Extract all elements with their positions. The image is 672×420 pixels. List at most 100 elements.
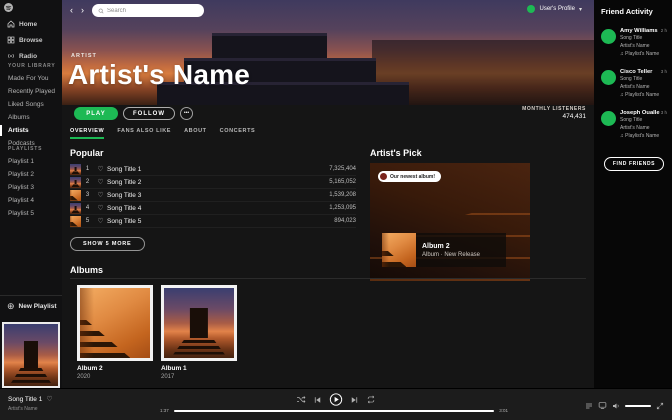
song-3-playcount: 1,539,208	[329, 192, 356, 198]
popular-section: Popular 1 ♡ Song Title 1 7,325,404 2 ♡ S…	[70, 148, 356, 251]
song-1-index: 1	[85, 166, 90, 172]
show-more-button[interactable]: SHOW 5 MORE	[70, 237, 145, 251]
album-card-album-2[interactable]: Album 2 2020	[77, 285, 153, 380]
song-4-heart-icon[interactable]: ♡	[94, 204, 107, 212]
new-playlist-button[interactable]: ⊕ New Playlist	[0, 295, 62, 316]
shuffle-button[interactable]	[297, 395, 306, 404]
repeat-button[interactable]	[367, 395, 376, 404]
friend-playlist: ♫ Playlist's Name	[620, 133, 667, 139]
sidebar-item-playlist-5[interactable]: Playlist 5	[0, 207, 62, 220]
search-input[interactable]	[107, 7, 187, 14]
play-pause-button[interactable]	[329, 393, 343, 406]
sidebar-item-playlist-1[interactable]: Playlist 1	[0, 155, 62, 168]
album-2-title: Album 2	[77, 365, 103, 372]
now-playing-artwork[interactable]	[2, 322, 60, 388]
popular-heading: Popular	[70, 148, 104, 158]
friend-row-amy-williams[interactable]: Amy Williams 2 h Song Title Artist's Nam…	[601, 28, 667, 57]
monthly-listeners-label: MONTHLY LISTENERS	[522, 106, 586, 112]
new-playlist-label: New Playlist	[18, 303, 57, 310]
song-2-heart-icon[interactable]: ♡	[94, 178, 107, 186]
left-sidebar: Home Browse Radio YOUR LIBRARY Made For …	[0, 0, 62, 388]
song-row-3[interactable]: 3 ♡ Song Title 3 1,539,208	[70, 189, 356, 202]
song-row-4[interactable]: 4 ♡ Song Title 4 1,253,095	[70, 202, 356, 215]
friend-song: Song Title	[620, 76, 643, 82]
back-button[interactable]: ‹	[70, 4, 73, 17]
album-2-thumbnail	[382, 233, 416, 267]
album-card-album-1[interactable]: Album 1 2017	[161, 285, 237, 380]
tab-about[interactable]: ABOUT	[184, 128, 207, 139]
volume-slider[interactable]	[625, 404, 651, 407]
song-5-heart-icon[interactable]: ♡	[94, 217, 107, 225]
friend-row-cisco-teller[interactable]: Cisco Teller 3 h Song Title Artist's Nam…	[601, 69, 667, 98]
sidebar-item-playlist-3[interactable]: Playlist 3	[0, 181, 62, 194]
sidebar-item-artists[interactable]: Artists	[0, 124, 62, 137]
forward-button[interactable]: ›	[81, 4, 84, 17]
song-5-title: Song Title 5	[107, 217, 142, 225]
now-playing-heart-icon[interactable]: ♡	[46, 395, 52, 403]
album-1-art	[4, 324, 58, 386]
friend-time: 2 h	[660, 28, 667, 33]
playlists-section: PLAYLISTS Playlist 1 Playlist 2 Playlist…	[0, 143, 62, 220]
friend-avatar	[601, 111, 616, 126]
tab-fans-also-like[interactable]: FANS ALSO LIKE	[117, 128, 171, 139]
secondary-controls	[585, 401, 664, 410]
music-note-icon: ♫	[620, 51, 624, 57]
sidebar-item-playlist-2[interactable]: Playlist 2	[0, 168, 62, 181]
sidebar-item-albums[interactable]: Albums	[0, 111, 62, 124]
music-note-icon: ♫	[620, 133, 624, 139]
user-profile-menu[interactable]: User's Profile ▾	[527, 5, 582, 13]
song-row-1[interactable]: 1 ♡ Song Title 1 7,325,404	[70, 163, 356, 176]
fullscreen-icon[interactable]	[656, 402, 664, 410]
song-3-title: Song Title 3	[107, 191, 142, 199]
now-playing-artist: Artist's Name	[8, 406, 38, 412]
album-1-year: 2017	[161, 374, 175, 380]
tab-overview[interactable]: OVERVIEW	[70, 128, 105, 139]
radio-icon	[7, 52, 15, 60]
song-1-heart-icon[interactable]: ♡	[94, 165, 107, 173]
sidebar-item-recently-played[interactable]: Recently Played	[0, 85, 62, 98]
song-2-playcount: 5,165,052	[329, 179, 356, 185]
duration-time: 3:01	[499, 408, 508, 413]
song-5-thumbnail	[70, 215, 81, 227]
devices-icon[interactable]	[598, 401, 607, 410]
follow-button[interactable]: FOLLOW	[123, 107, 175, 120]
sidebar-item-playlist-4[interactable]: Playlist 4	[0, 194, 62, 207]
popular-song-list: 1 ♡ Song Title 1 7,325,404 2 ♡ Song Titl…	[70, 163, 356, 228]
artists-pick-album-strip[interactable]: Album 2 Album · New Release	[382, 233, 506, 267]
topbar: ‹ › User's Profile ▾	[62, 4, 594, 18]
albums-section: Albums Album 2 2020 Album 1 2017	[70, 265, 586, 380]
song-3-heart-icon[interactable]: ♡	[94, 191, 107, 199]
friend-song: Song Title	[620, 117, 643, 123]
song-1-thumbnail	[70, 163, 81, 175]
user-profile-label: User's Profile	[539, 6, 575, 12]
album-1-title: Album 1	[161, 365, 187, 372]
previous-track-button[interactable]	[314, 396, 322, 404]
song-3-index: 3	[85, 192, 90, 198]
playlists-header: PLAYLISTS	[8, 146, 43, 152]
song-row-2[interactable]: 2 ♡ Song Title 2 5,165,052	[70, 176, 356, 189]
playback-controls	[297, 393, 376, 406]
friend-playlist: ♫ Playlist's Name	[620, 51, 667, 57]
friend-info: Amy Williams 2 h Song Title Artist's Nam…	[620, 28, 667, 57]
search-bar[interactable]	[92, 4, 204, 17]
progress-bar[interactable]	[173, 409, 495, 412]
sidebar-item-made-for-you[interactable]: Made For You	[0, 72, 62, 85]
nav-browse[interactable]: Browse	[0, 32, 62, 48]
play-button[interactable]: PLAY	[74, 107, 118, 120]
spotify-app: Home Browse Radio YOUR LIBRARY Made For …	[0, 0, 672, 420]
next-track-button[interactable]	[351, 396, 359, 404]
artist-avatar	[380, 173, 387, 180]
nav-home[interactable]: Home	[0, 16, 62, 32]
sidebar-item-liked-songs[interactable]: Liked Songs	[0, 98, 62, 111]
more-options-button[interactable]: •••	[180, 107, 193, 120]
volume-icon[interactable]	[612, 402, 620, 410]
song-row-5[interactable]: 5 ♡ Song Title 5 894,023	[70, 215, 356, 228]
friend-row-joseph-oualle[interactable]: Joseph Oualle 3 h Song Title Artist's Na…	[601, 110, 667, 139]
tab-concerts[interactable]: CONCERTS	[220, 128, 256, 139]
friend-artist: Artist's Name	[620, 124, 650, 131]
find-friends-button[interactable]: FIND FRIENDS	[603, 157, 665, 171]
queue-icon[interactable]	[585, 402, 593, 410]
artists-pick-card[interactable]: Our newest album! Album 2 Album · New Re…	[370, 163, 530, 281]
artist-name-title: Artist's Name	[68, 59, 250, 90]
friend-time: 3 h	[660, 110, 667, 115]
